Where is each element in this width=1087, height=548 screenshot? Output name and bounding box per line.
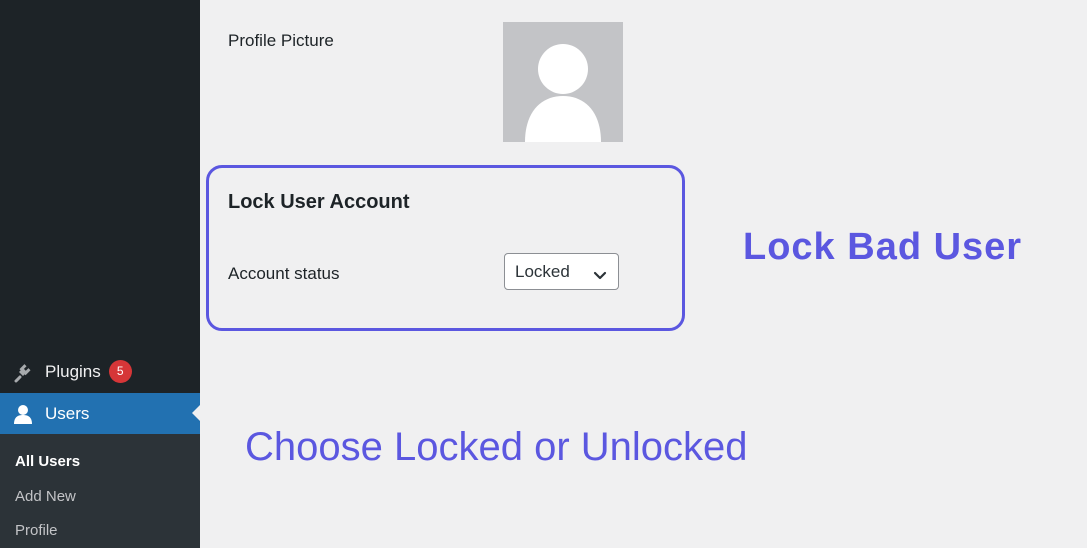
sidebar-item-label: Plugins — [45, 361, 101, 381]
highlight-outline — [206, 165, 685, 331]
submenu-item-all-users[interactable]: All Users — [15, 453, 80, 470]
submenu-item-add-new[interactable]: Add New — [15, 488, 76, 505]
user-icon — [12, 403, 34, 425]
annotation-title: Lock Bad User — [743, 226, 1023, 268]
annotation-caption: Choose Locked or Unlocked — [245, 425, 748, 469]
update-count-badge: 5 — [108, 360, 132, 383]
lock-section-heading: Lock User Account — [228, 191, 410, 213]
sidebar-item-plugins[interactable]: Plugins 5 — [0, 351, 200, 392]
chevron-down-icon — [593, 266, 607, 280]
account-status-label: Account status — [228, 264, 340, 283]
plugin-icon — [12, 361, 34, 383]
submenu-item-profile[interactable]: Profile — [15, 522, 58, 539]
admin-sidebar: Plugins 5 Users All Users Add New Profil… — [0, 0, 200, 548]
sidebar-item-users[interactable]: Users — [0, 393, 200, 434]
profile-picture-label: Profile Picture — [228, 31, 334, 50]
users-submenu: All Users Add New Profile — [0, 434, 200, 548]
sidebar-item-label: Users — [45, 403, 90, 423]
default-avatar-icon — [503, 22, 623, 142]
account-status-value: Locked — [515, 261, 570, 281]
account-status-select[interactable]: Locked — [504, 253, 619, 290]
